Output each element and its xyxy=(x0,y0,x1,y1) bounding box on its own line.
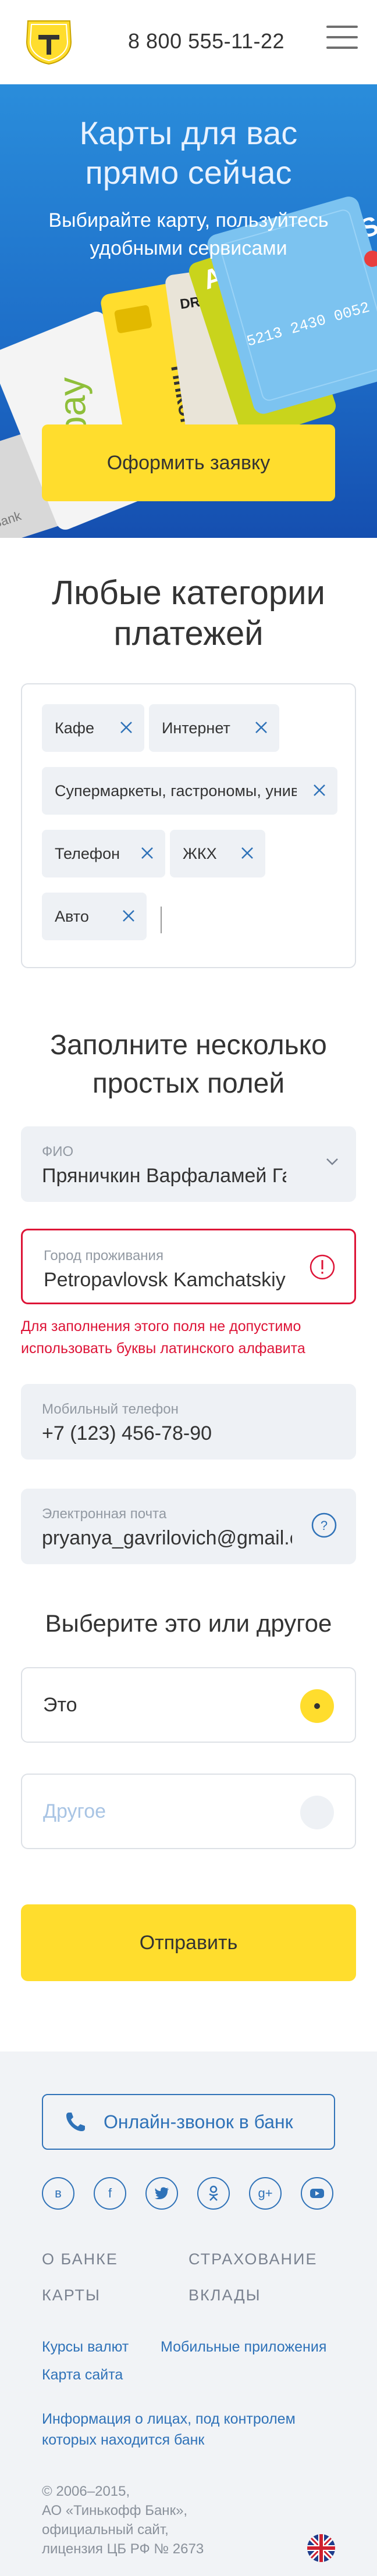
hero-title-line1: Карты для вас xyxy=(79,115,298,151)
chip-label: Кафе xyxy=(55,719,94,737)
phone-field[interactable]: Мобильный телефон +7 (123) 456-78-90 xyxy=(21,1384,356,1460)
submit-button[interactable]: Отправить xyxy=(21,1904,356,1981)
online-call-label: Онлайн-звонок в банк xyxy=(104,2111,293,2132)
close-icon[interactable] xyxy=(240,845,255,861)
menu-icon[interactable] xyxy=(326,26,358,55)
category-chip: Телефон xyxy=(42,830,165,877)
radio-unchecked-icon[interactable] xyxy=(300,1796,334,1829)
twitter-icon[interactable] xyxy=(145,2177,178,2210)
error-line2: использовать буквы латинского алфавита xyxy=(21,1340,305,1357)
hero-title-line2: прямо сейчас xyxy=(85,154,292,191)
chevron-down-icon[interactable] xyxy=(326,1158,339,1166)
category-chip: Авто xyxy=(42,893,147,940)
hero-banner: Bank ebay Tinkoff DRIVE ALL AIRLINES 521… xyxy=(0,84,377,538)
site-header: 8 800 555-11-22 xyxy=(0,0,377,84)
controlling-persons-line1: Информация о лицах, под контролем xyxy=(42,2411,296,2427)
hero-subtitle-line1: Выбирайте карту, пользуйтесь xyxy=(48,209,329,231)
email-field[interactable]: Электронная почта pryanya_gavrilovich@gm… xyxy=(21,1489,356,1564)
close-icon[interactable] xyxy=(254,720,269,735)
footer-nav-about[interactable]: О БАНКЕ xyxy=(42,2250,118,2268)
chip-label: ЖКХ xyxy=(183,844,217,862)
close-icon[interactable] xyxy=(119,720,134,735)
copyright-line2: АО «Тинькофф Банк», xyxy=(42,2503,188,2518)
fio-label: ФИО xyxy=(42,1144,74,1159)
choice-title: Выберите это или другое xyxy=(45,1610,332,1637)
link-mobile-apps[interactable]: Мобильные приложения xyxy=(161,2336,326,2357)
radio-checked-icon[interactable] xyxy=(300,1689,334,1723)
fio-field[interactable]: ФИО Пряничкин Варфаламей Гаврилович xyxy=(21,1126,356,1202)
error-line1: Для заполнения этого поля не допустимо xyxy=(21,1318,301,1335)
fio-value[interactable]: Пряничкин Варфаламей Гаврилович xyxy=(42,1165,286,1187)
footer-nav-deposits[interactable]: ВКЛАДЫ xyxy=(188,2286,261,2304)
form-title-line2: простых полей xyxy=(92,1068,285,1099)
phone-label: Мобильный телефон xyxy=(42,1401,179,1417)
radio-option-other[interactable]: Другое xyxy=(21,1774,356,1849)
facebook-icon[interactable]: f xyxy=(94,2177,126,2210)
chip-label: Супермаркеты, гастрономы, универсамы xyxy=(55,782,297,800)
hotline-phone[interactable]: 8 800 555-11-22 xyxy=(128,29,284,53)
city-label: Город проживания xyxy=(44,1248,163,1264)
youtube-icon[interactable] xyxy=(301,2177,333,2210)
radio-option-this[interactable]: Это xyxy=(21,1667,356,1743)
copyright: © 2006–2015, АО «Тинькофф Банк», официал… xyxy=(42,2482,286,2559)
error-icon xyxy=(310,1254,335,1280)
categories-title-line2: платежей xyxy=(113,615,264,652)
form-title: Заполните несколько простых полей xyxy=(0,1026,377,1103)
city-value[interactable]: Petropavlovsk Kamchatskiy xyxy=(44,1269,288,1291)
category-chip: Супермаркеты, гастрономы, универсамы xyxy=(42,767,337,815)
close-icon[interactable] xyxy=(121,908,136,923)
hero-subtitle-line2: удобными сервисами xyxy=(90,237,287,259)
copyright-line3: официальный сайт, xyxy=(42,2522,169,2538)
footer-nav-cards[interactable]: КАРТЫ xyxy=(42,2286,101,2304)
chip-label: Интернет xyxy=(162,719,230,737)
radio-option-other-label: Другое xyxy=(43,1800,106,1822)
phone-icon xyxy=(66,2113,85,2131)
categories-title-line1: Любые категории xyxy=(52,574,325,612)
category-chip: Кафе xyxy=(42,704,144,752)
footer-nav-insurance[interactable]: СТРАХОВАНИЕ xyxy=(188,2250,317,2268)
close-icon[interactable] xyxy=(312,783,327,798)
hero-subtitle: Выбирайте карту, пользуйтесь удобными се… xyxy=(0,206,377,262)
link-controlling-persons[interactable]: Информация о лицах, под контролем которы… xyxy=(42,2409,296,2450)
categories-tag-input[interactable]: Кафе Интернет Супермаркеты, гастрономы, … xyxy=(21,683,356,968)
form-title-line1: Заполните несколько xyxy=(50,1030,327,1061)
chip-label: Авто xyxy=(55,907,89,925)
odnoklassniki-icon[interactable] xyxy=(197,2177,230,2210)
category-chip: ЖКХ xyxy=(170,830,265,877)
uk-flag-icon[interactable] xyxy=(307,2534,335,2562)
chip-label: Телефон xyxy=(55,844,120,862)
link-sitemap[interactable]: Карта сайта xyxy=(42,2364,123,2385)
tinkoff-logo[interactable] xyxy=(21,19,77,65)
email-label: Электронная почта xyxy=(42,1506,167,1522)
online-call-button[interactable]: Онлайн-звонок в банк xyxy=(42,2094,335,2150)
help-icon[interactable]: ? xyxy=(311,1512,337,1539)
category-chip: Интернет xyxy=(149,704,279,752)
city-error-message: Для заполнения этого поля не допустимо и… xyxy=(21,1315,356,1360)
email-value[interactable]: pryanya_gavrilovich@gmail.com xyxy=(42,1527,292,1550)
link-exchange-rates[interactable]: Курсы валют xyxy=(42,2336,129,2357)
copyright-line4: лицензия ЦБ РФ № 2673 xyxy=(42,2541,204,2557)
categories-title: Любые категории платежей xyxy=(0,573,377,654)
hero-title: Карты для вас прямо сейчас xyxy=(0,113,377,192)
text-cursor xyxy=(161,907,162,933)
site-footer: Онлайн-звонок в банк в f g+ О БАНКЕ СТРА… xyxy=(0,2051,377,2576)
phone-value[interactable]: +7 (123) 456-78-90 xyxy=(42,1422,286,1445)
google-plus-icon[interactable]: g+ xyxy=(249,2177,282,2210)
svg-text:?: ? xyxy=(321,1518,328,1533)
apply-button[interactable]: Оформить заявку xyxy=(42,424,335,501)
controlling-persons-line2: которых находится банк xyxy=(42,2432,205,2448)
city-field[interactable]: Город проживания Petropavlovsk Kamchatsk… xyxy=(21,1229,356,1304)
radio-option-this-label: Это xyxy=(43,1694,77,1716)
copyright-line1: © 2006–2015, xyxy=(42,2484,130,2499)
vk-icon[interactable]: в xyxy=(42,2177,74,2210)
close-icon[interactable] xyxy=(140,845,155,861)
